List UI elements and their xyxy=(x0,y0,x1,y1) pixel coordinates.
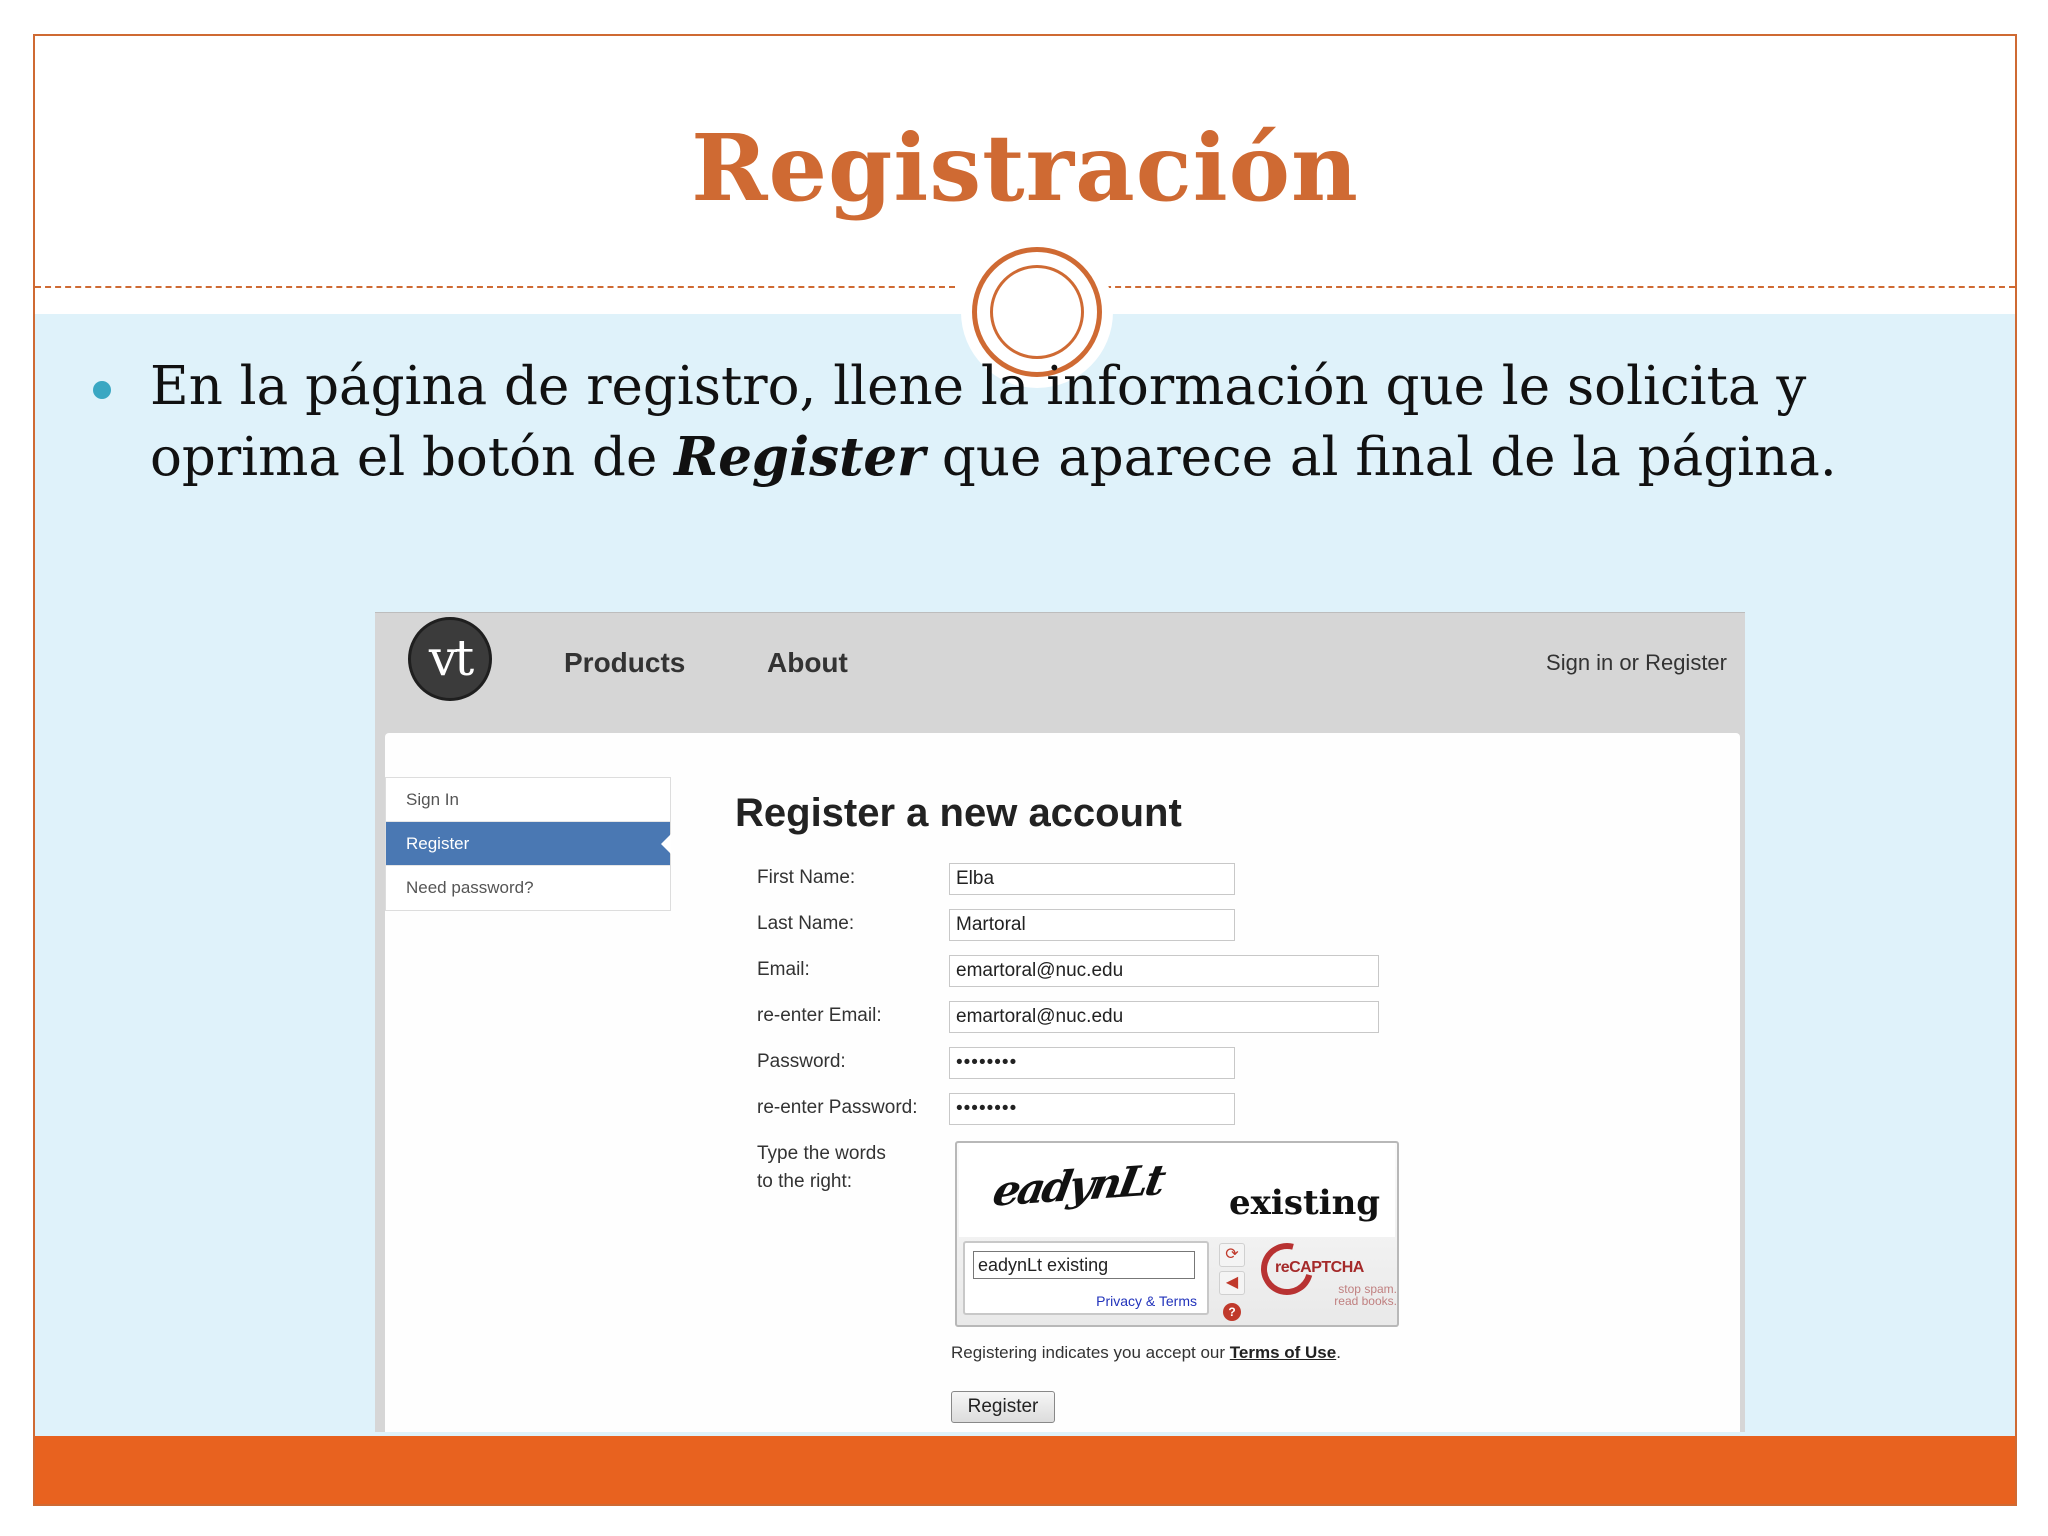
reenter-email-label: re-enter Email: xyxy=(757,1005,882,1026)
register-panel: Sign In Register Need password? Register… xyxy=(385,733,1740,1432)
slide-title: Registración xyxy=(691,114,1359,222)
audio-icon[interactable]: ◀︎ xyxy=(1219,1271,1245,1295)
recaptcha-widget: eadynLt existing eadynLt existing Privac… xyxy=(955,1141,1399,1327)
terms-text: Registering indicates you accept our xyxy=(951,1343,1230,1362)
bullet-text: En la página de registro, llene la infor… xyxy=(150,352,1990,493)
last-name-input[interactable]: Martoral xyxy=(949,909,1235,941)
sidebar-item-label: Sign In xyxy=(406,790,459,809)
password-input[interactable]: •••••••• xyxy=(949,1047,1235,1079)
sidebar-item-register[interactable]: Register xyxy=(386,822,671,866)
email-label: Email: xyxy=(757,959,810,980)
email-input[interactable]: emartoral@nuc.edu xyxy=(949,955,1379,987)
slide: Registración En la página de registro, l… xyxy=(33,34,2017,1506)
captcha-entry-box: eadynLt existing Privacy & Terms xyxy=(963,1241,1209,1315)
nav-products[interactable]: Products xyxy=(564,647,685,679)
last-name-label: Last Name: xyxy=(757,913,855,934)
nav-sign-in-register[interactable]: Sign in or Register xyxy=(1546,650,1727,676)
sidebar-menu: Sign In Register Need password? xyxy=(385,777,671,911)
recaptcha-name: reCAPTCHA xyxy=(1275,1259,1364,1276)
captcha-label-line2: to the right: xyxy=(757,1171,853,1192)
captcha-word-2: existing xyxy=(1229,1183,1381,1223)
register-page-screenshot: vt Products About Sign in or Register Si… xyxy=(375,612,1745,1432)
reenter-password-input[interactable]: •••••••• xyxy=(949,1093,1235,1125)
reenter-email-input[interactable]: emartoral@nuc.edu xyxy=(949,1001,1379,1033)
bullet-text-emphasis: Register xyxy=(674,426,926,488)
password-label: Password: xyxy=(757,1051,846,1072)
footer-bar xyxy=(35,1436,2015,1504)
bullet-text-part2: que aparece al final de la página. xyxy=(925,427,1837,488)
title-divider-left xyxy=(35,286,955,288)
sidebar-item-label: Register xyxy=(406,834,470,853)
register-button[interactable]: Register xyxy=(951,1391,1055,1423)
vt-logo[interactable]: vt xyxy=(408,617,492,701)
nav-about[interactable]: About xyxy=(767,647,848,679)
sidebar-item-label: Need password? xyxy=(406,878,534,897)
form-title: Register a new account xyxy=(735,791,1182,835)
recaptcha-tagline-2: read books. xyxy=(1334,1294,1397,1308)
active-arrow-icon xyxy=(661,834,671,854)
terms-notice: Registering indicates you accept our Ter… xyxy=(951,1343,1341,1363)
first-name-input[interactable]: Elba xyxy=(949,863,1235,895)
first-name-label: First Name: xyxy=(757,867,856,888)
title-divider-right xyxy=(1095,286,2015,288)
captcha-image: eadynLt existing xyxy=(959,1143,1395,1237)
captcha-word-1: eadynLt xyxy=(989,1155,1167,1216)
terms-of-use-link[interactable]: Terms of Use xyxy=(1230,1343,1336,1362)
help-icon[interactable]: ? xyxy=(1223,1303,1241,1321)
refresh-icon[interactable]: ⟳ xyxy=(1219,1243,1245,1267)
recaptcha-tagline: stop spam. read books. xyxy=(1317,1283,1397,1307)
sidebar-item-need-password[interactable]: Need password? xyxy=(386,866,670,910)
reenter-password-label: re-enter Password: xyxy=(757,1097,918,1118)
sidebar-item-sign-in[interactable]: Sign In xyxy=(386,778,670,822)
captcha-input[interactable]: eadynLt existing xyxy=(973,1251,1195,1279)
bullet-icon xyxy=(93,381,111,399)
terms-end: . xyxy=(1336,1343,1341,1362)
captcha-label-line1: Type the words xyxy=(757,1143,886,1164)
title-ornament-inner xyxy=(990,265,1084,359)
captcha-privacy-link[interactable]: Privacy & Terms xyxy=(1096,1293,1197,1309)
